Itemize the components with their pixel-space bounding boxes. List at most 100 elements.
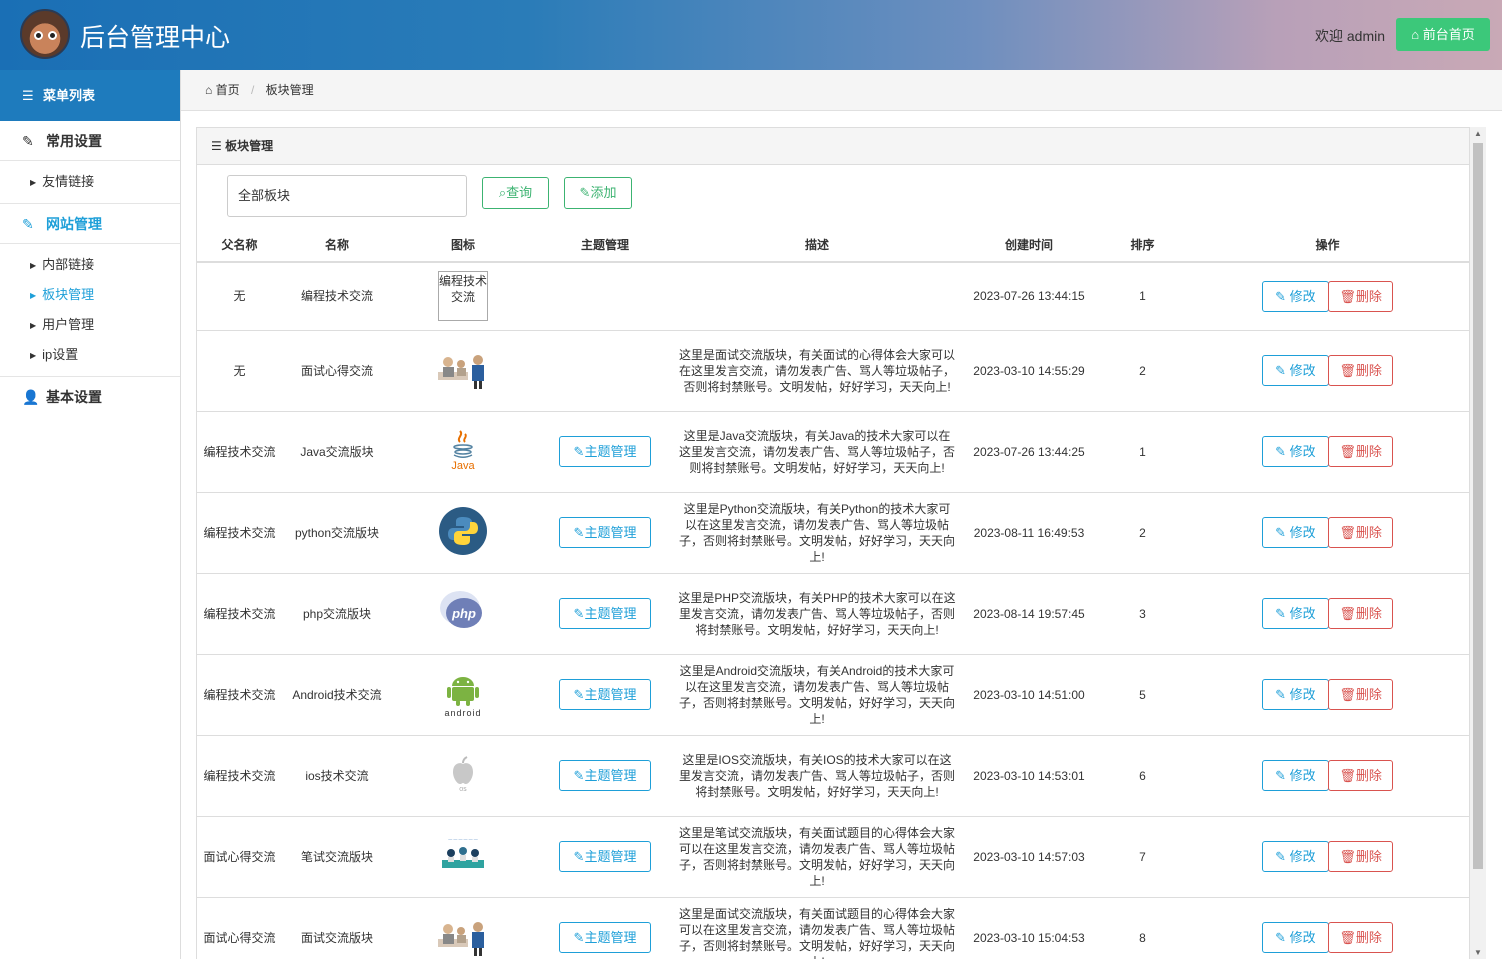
cell-parent: 无	[197, 262, 282, 331]
cell-time: 2023-08-14 19:57:45	[958, 573, 1100, 655]
edit-icon: ✎	[1275, 288, 1290, 304]
edit-button[interactable]: ✎ 修改	[1261, 760, 1329, 791]
delete-button[interactable]: 🗑删除	[1328, 355, 1394, 386]
cell-actions: ✎ 修改 🗑删除	[1185, 411, 1469, 493]
sidebar-item-ip[interactable]: ▶ ip设置	[0, 340, 180, 370]
sidebar-item-internal-links[interactable]: ▶ 内部链接	[0, 250, 180, 280]
svg-text:Java: Java	[451, 460, 475, 472]
edit-button[interactable]: ✎ 修改	[1261, 598, 1329, 629]
cell-parent: 编程技术交流	[197, 735, 282, 817]
topic-manage-button[interactable]: ✎主题管理	[559, 517, 651, 548]
delete-button[interactable]: 🗑删除	[1328, 679, 1394, 710]
delete-button[interactable]: 🗑删除	[1328, 280, 1394, 312]
cell-icon: OS	[392, 735, 534, 817]
edit-icon: ✎	[573, 849, 585, 864]
edit-button[interactable]: ✎ 修改	[1261, 517, 1329, 548]
edit-button[interactable]: ✎ 修改	[1261, 679, 1329, 710]
table-row: 编程技术交流 ios技术交流 OS ✎主题管理 这里是IOS交流版块，有关IOS的技术大…	[197, 735, 1469, 817]
edit-icon: ✎	[573, 768, 585, 783]
menu-icon: ☰	[211, 139, 222, 153]
cell-order: 8	[1100, 897, 1185, 959]
edit-icon: ✎	[1275, 363, 1290, 378]
board-filter-select[interactable]: 全部板块	[227, 175, 467, 217]
edit-icon: ✎	[579, 185, 591, 200]
interview-image-icon	[438, 911, 488, 959]
add-button[interactable]: ✎添加	[564, 177, 632, 209]
cell-desc: 这里是面试交流版块，有关面试题目的心得体会大家可以在这里发言交流，请勿发表广告、…	[676, 897, 958, 959]
topic-manage-button[interactable]: ✎主题管理	[559, 922, 651, 953]
cell-parent: 面试心得交流	[197, 816, 282, 898]
trash-icon: 🗑	[1339, 606, 1356, 621]
scrollbar[interactable]: ▲ ▼	[1470, 127, 1486, 959]
cell-actions: ✎ 修改 🗑删除	[1185, 492, 1469, 574]
cell-time: 2023-03-10 14:53:01	[958, 735, 1100, 817]
table-row: 无编程技术交流 编程技术交流 2023-07-26 13:44:15 1 ✎ 修改 🗑删…	[197, 262, 1469, 331]
topic-manage-button[interactable]: ✎主题管理	[559, 760, 651, 791]
interview-image-icon	[438, 344, 488, 394]
sidebar-group-basic[interactable]: 👤 基本设置	[0, 377, 180, 417]
edit-icon: ✎	[1275, 849, 1290, 864]
caret-right-icon: ▶	[30, 261, 37, 270]
edit-icon: ✎	[1275, 768, 1290, 783]
breadcrumb-home[interactable]: 首页	[216, 83, 240, 97]
sidebar-item-users[interactable]: ▶ 用户管理	[0, 310, 180, 340]
cell-icon: android	[392, 654, 534, 736]
cell-name: ios技术交流	[282, 735, 392, 817]
cell-time: 2023-07-26 13:44:25	[958, 411, 1100, 493]
delete-button[interactable]: 🗑删除	[1328, 436, 1394, 467]
sidebar-group-site[interactable]: ✎ 网站管理	[0, 204, 180, 244]
sidebar-item-boards[interactable]: ▶ 板块管理	[0, 280, 180, 310]
topic-manage-button[interactable]: ✎主题管理	[559, 598, 651, 629]
delete-button[interactable]: 🗑删除	[1328, 922, 1394, 953]
board-table: 父名称 名称 图标 主题管理 描述 创建时间 排序 操作 无编程技术交流 编程技术…	[197, 227, 1469, 959]
scroll-down-icon[interactable]: ▼	[1474, 948, 1482, 957]
trash-icon: 🗑	[1339, 363, 1356, 378]
scrollbar-thumb[interactable]	[1473, 143, 1483, 869]
svg-text:— — — — — —: — — — — — —	[448, 836, 478, 841]
edit-button[interactable]: ✎ 修改	[1261, 355, 1329, 386]
edit-button[interactable]: ✎ 修改	[1261, 922, 1329, 953]
trash-icon: 🗑	[1339, 930, 1356, 945]
svg-text:android: android	[444, 708, 481, 718]
cell-topic	[534, 262, 676, 331]
delete-button[interactable]: 🗑删除	[1328, 598, 1394, 629]
cell-name: Java交流版块	[282, 411, 392, 493]
edit-button[interactable]: ✎ 修改	[1261, 841, 1329, 872]
sidebar-group-common[interactable]: ✎ 常用设置	[0, 121, 180, 161]
frontend-home-button[interactable]: ⌂ 前台首页	[1396, 18, 1490, 51]
col-topic: 主题管理	[534, 227, 676, 263]
cell-icon: — — — — — —	[392, 816, 534, 898]
trash-icon: 🗑	[1339, 525, 1356, 540]
cell-actions: ✎ 修改 🗑删除	[1185, 735, 1469, 817]
topic-manage-button[interactable]: ✎主题管理	[559, 436, 651, 467]
cell-topic	[534, 330, 676, 412]
cell-actions: ✎ 修改 🗑删除	[1185, 897, 1469, 959]
cell-parent: 无	[197, 330, 282, 412]
edit-icon: ✎	[1275, 444, 1290, 459]
topic-manage-button[interactable]: ✎主题管理	[559, 841, 651, 872]
edit-icon: ✎	[573, 930, 585, 945]
table-row: 面试心得交流 面试交流版块 ✎主题管理 这里是面试交流版块，有关面试题目的心得体会大家…	[197, 897, 1469, 959]
query-button[interactable]: ⌕查询	[482, 177, 549, 209]
cell-time: 2023-08-11 16:49:53	[958, 492, 1100, 574]
scroll-up-icon[interactable]: ▲	[1474, 129, 1482, 138]
edit-button[interactable]: ✎ 修改	[1261, 436, 1329, 467]
cell-desc: 这里是笔试交流版块，有关面试题目的心得体会大家可以在这里发言交流，请勿发表广告、…	[676, 816, 958, 898]
delete-button[interactable]: 🗑删除	[1328, 841, 1394, 872]
sidebar-item-links[interactable]: ▶ 友情链接	[0, 167, 180, 197]
edit-button[interactable]: ✎ 修改	[1261, 280, 1329, 312]
delete-button[interactable]: 🗑删除	[1328, 760, 1394, 791]
table-row: 编程技术交流 Java交流版块 Java ✎主题管理 这里是Java交流版块，有关Jav…	[197, 411, 1469, 493]
caret-right-icon: ▶	[30, 321, 37, 330]
delete-button[interactable]: 🗑删除	[1328, 517, 1394, 548]
toolbar: 全部板块 ⌕查询 ✎添加	[197, 165, 1469, 227]
trash-icon: 🗑	[1339, 768, 1356, 783]
menu-icon: ☰	[22, 88, 34, 103]
cell-topic: ✎主题管理	[534, 411, 676, 493]
caret-right-icon: ▶	[30, 291, 37, 300]
topic-manage-button[interactable]: ✎主题管理	[559, 679, 651, 710]
cell-desc: 这里是Java交流版块，有关Java的技术大家可以在这里发言交流，请勿发表广告、…	[676, 411, 958, 493]
welcome-text: 欢迎 admin	[1315, 28, 1386, 44]
cell-name: 笔试交流版块	[282, 816, 392, 898]
cell-icon: 编程技术交流	[392, 262, 534, 331]
